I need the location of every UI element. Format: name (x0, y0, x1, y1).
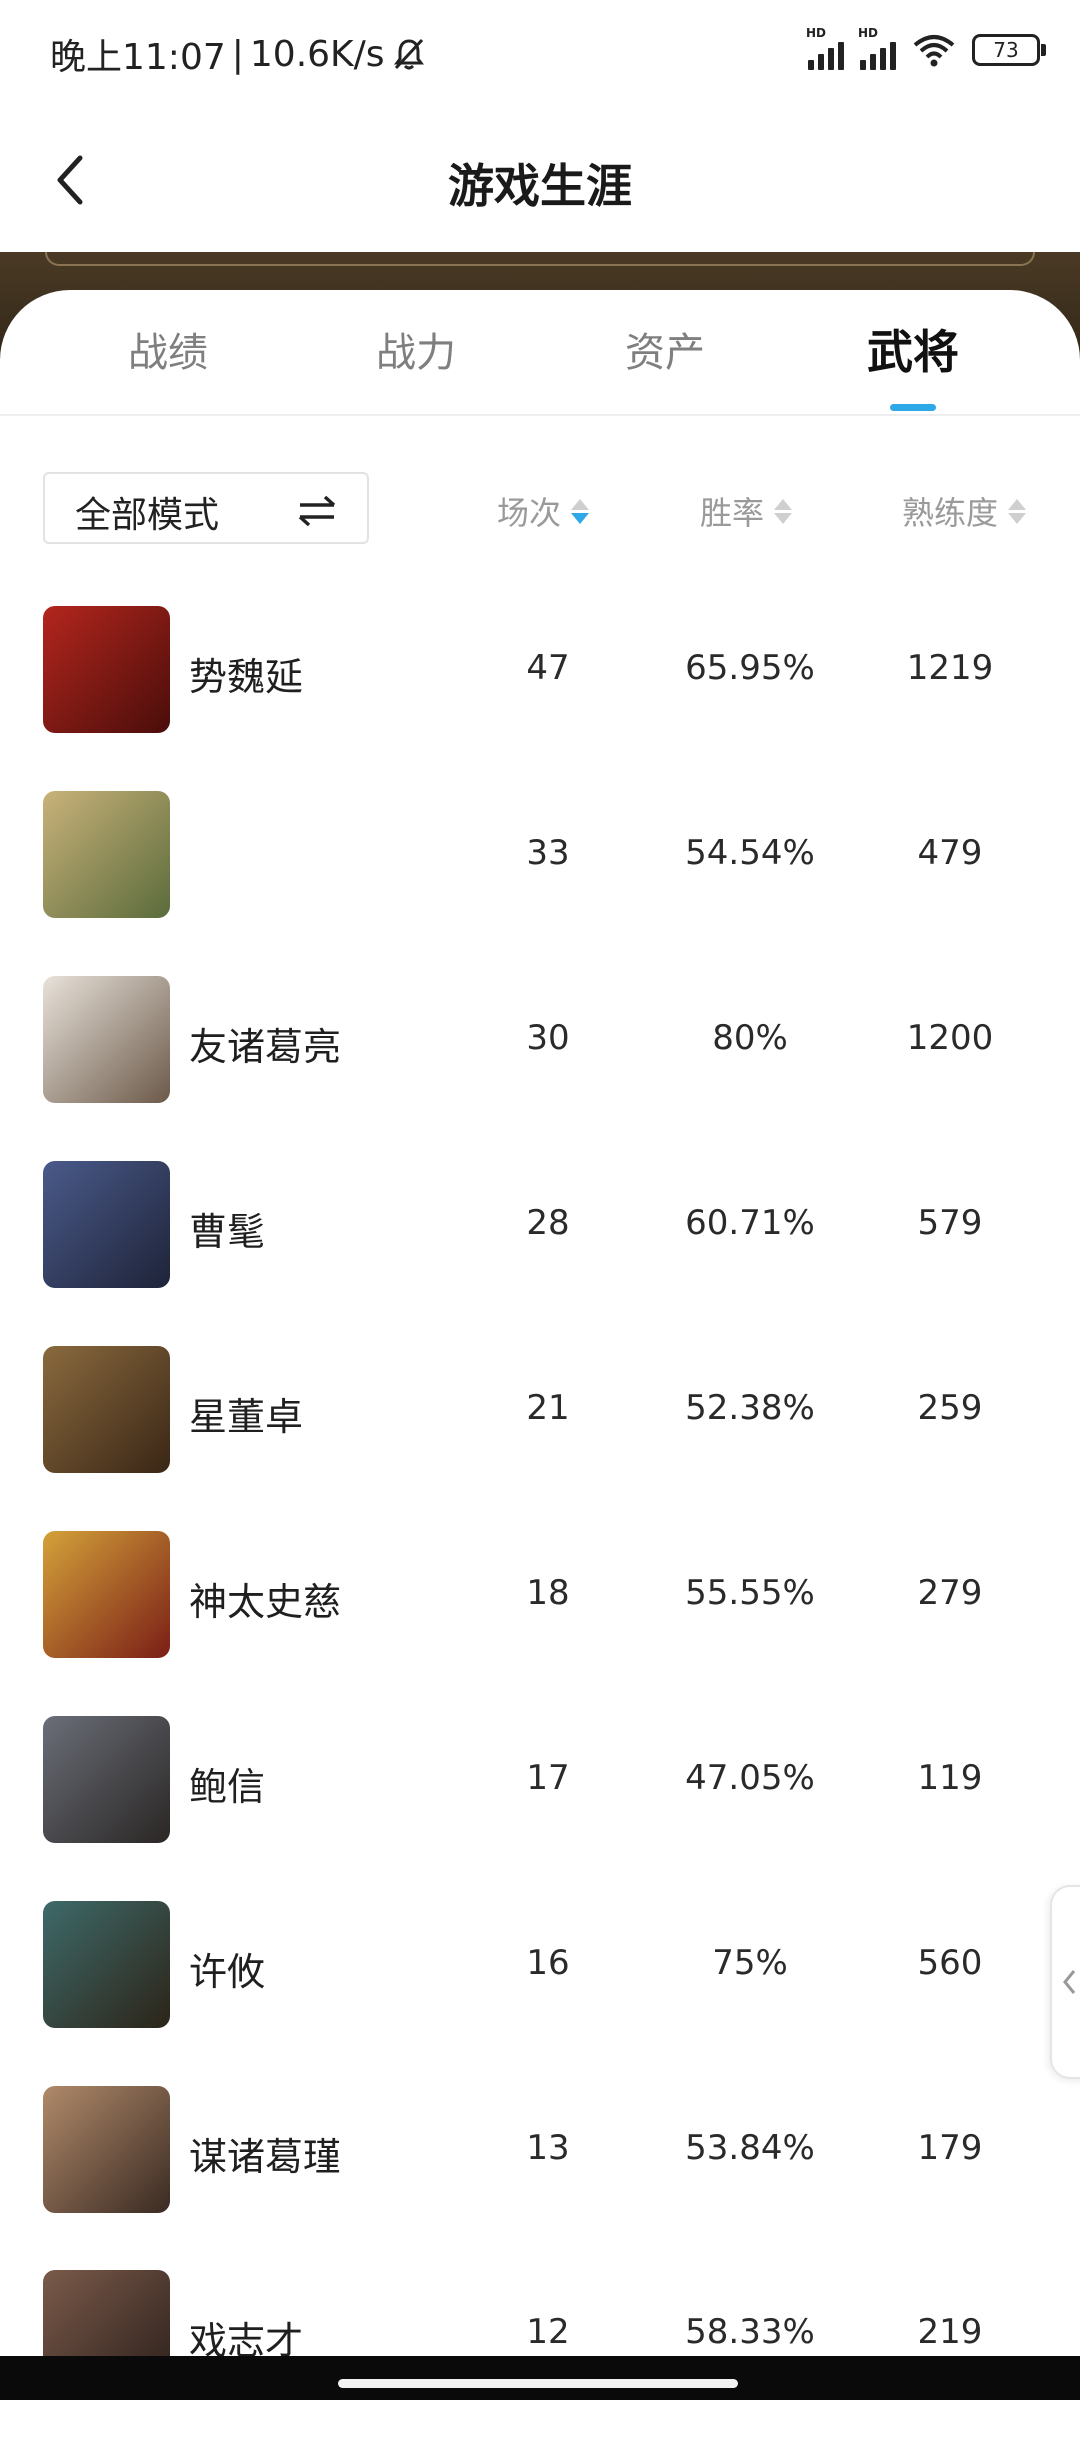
hero-games: 47 (526, 648, 570, 688)
sort-icon (774, 498, 793, 524)
status-bar: 晚上11:07 | 10.6K/s HD HD 73 (0, 0, 1080, 110)
hero-row[interactable]: 势魏延 47 65.95% 1219 (0, 604, 1080, 788)
column-header-proficiency[interactable]: 熟练度 (902, 488, 1027, 534)
status-right: HD HD 73 (806, 26, 1046, 70)
sort-icon (571, 498, 590, 524)
hero-name: 星董卓 (189, 1395, 304, 1439)
hero-name: 势魏延 (189, 655, 304, 699)
hero-proficiency: 579 (917, 1203, 983, 1243)
hero-games: 16 (526, 1943, 570, 1983)
hero-avatar (43, 606, 170, 733)
hero-avatar (43, 976, 170, 1103)
hero-win-rate: 75% (712, 1943, 788, 1983)
page-title: 游戏生涯 (448, 159, 632, 213)
hero-proficiency: 179 (917, 2128, 983, 2168)
hero-name: 许攸 (189, 1950, 266, 1994)
system-nav-bar (0, 2356, 1080, 2400)
hd-label: HD (806, 26, 827, 40)
hero-row[interactable]: 鲍信 17 47.05% 119 (0, 1714, 1080, 1898)
mode-select[interactable]: 全部模式 (43, 472, 369, 544)
column-header-win-rate[interactable]: 胜率 (700, 488, 793, 534)
hero-win-rate: 58.33% (685, 2312, 815, 2352)
hero-win-rate: 54.54% (685, 833, 815, 873)
hero-proficiency: 219 (917, 2312, 983, 2352)
status-separator: | (231, 33, 244, 75)
hero-proficiency: 259 (917, 1388, 983, 1428)
cell-signal-icon-2: HD (858, 26, 896, 70)
hero-win-rate: 53.84% (685, 2128, 815, 2168)
hero-row[interactable]: 友诸葛亮 30 80% 1200 (0, 974, 1080, 1158)
status-time: 晚上11:07 (50, 37, 226, 78)
hero-name: 谋诸葛瑾 (189, 2135, 342, 2179)
active-tab-indicator (890, 404, 936, 411)
hero-name: 曹髦 (189, 1210, 266, 1254)
hero-proficiency: 560 (917, 1943, 983, 1983)
battery-level: 73 (993, 38, 1019, 62)
column-header-proficiency-label: 熟练度 (902, 494, 999, 532)
hero-win-rate: 60.71% (685, 1203, 815, 1243)
hero-avatar (43, 1901, 170, 2028)
hero-games: 30 (526, 1018, 570, 1058)
hero-proficiency: 279 (917, 1573, 983, 1613)
hero-games: 13 (526, 2128, 570, 2168)
column-header-games[interactable]: 场次 (497, 488, 590, 534)
hero-win-rate: 80% (712, 1018, 788, 1058)
chevron-left-icon (1063, 1970, 1076, 1994)
bell-muted-icon (393, 38, 424, 70)
hero-name: 鲍信 (189, 1765, 266, 1809)
hero-row[interactable]: 33 54.54% 479 (0, 789, 1080, 973)
hero-proficiency: 479 (917, 833, 983, 873)
hero-proficiency: 1200 (906, 1018, 994, 1058)
status-left: 晚上11:07 | 10.6K/s (50, 28, 427, 80)
hero-row[interactable]: 星董卓 21 52.38% 259 (0, 1344, 1080, 1528)
hero-games: 17 (526, 1758, 570, 1798)
hero-avatar (43, 791, 170, 918)
hero-games: 12 (526, 2312, 570, 2352)
hero-proficiency: 1219 (906, 648, 994, 688)
hero-proficiency: 119 (917, 1758, 983, 1798)
hero-row[interactable]: 许攸 16 75% 560 (0, 1899, 1080, 2083)
column-header-win-rate-label: 胜率 (700, 494, 765, 532)
home-indicator[interactable] (338, 2379, 738, 2388)
hero-games: 21 (526, 1388, 570, 1428)
hero-games: 18 (526, 1573, 570, 1613)
battery-icon: 73 (972, 34, 1046, 66)
network-speed: 10.6K/s (249, 33, 385, 75)
app-header: 游戏生涯 (0, 110, 1080, 255)
hero-games: 33 (526, 833, 570, 873)
hero-name: 友诸葛亮 (189, 1025, 342, 1069)
tab-heroes[interactable]: 武将 (813, 316, 1013, 382)
mode-select-label: 全部模式 (75, 495, 220, 536)
wifi-icon (913, 35, 955, 67)
hero-win-rate: 55.55% (685, 1573, 815, 1613)
hero-win-rate: 47.05% (685, 1758, 815, 1798)
hero-row[interactable]: 谋诸葛瑾 13 53.84% 179 (0, 2084, 1080, 2268)
hero-avatar (43, 1161, 170, 1288)
hero-win-rate: 52.38% (685, 1388, 815, 1428)
tab-power[interactable]: 战力 (316, 320, 516, 378)
hero-avatar (43, 2086, 170, 2213)
sort-icon (1008, 498, 1027, 524)
tab-bar: 战绩 战力 资产 武将 (0, 290, 1080, 416)
hero-avatar (43, 1531, 170, 1658)
side-collapse-handle[interactable] (1050, 1885, 1080, 2079)
hero-win-rate: 65.95% (685, 648, 815, 688)
swap-arrows-icon (298, 495, 336, 527)
banner-frame (45, 252, 1035, 266)
hero-avatar (43, 1346, 170, 1473)
hero-row[interactable]: 曹髦 28 60.71% 579 (0, 1159, 1080, 1343)
tab-record[interactable]: 战绩 (68, 320, 268, 378)
hero-row[interactable]: 神太史慈 18 55.55% 279 (0, 1529, 1080, 1713)
hero-avatar (43, 1716, 170, 1843)
hero-name: 神太史慈 (189, 1580, 342, 1624)
column-header-games-label: 场次 (497, 494, 562, 532)
hd-label-2: HD (858, 26, 879, 40)
hero-games: 28 (526, 1203, 570, 1243)
tab-assets[interactable]: 资产 (565, 320, 765, 378)
cell-signal-icon: HD (806, 26, 844, 70)
